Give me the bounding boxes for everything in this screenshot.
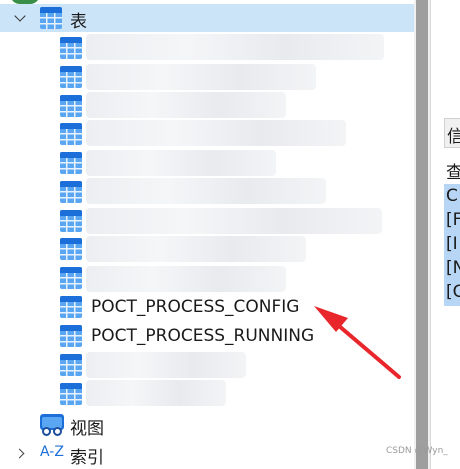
ddl-line: [I xyxy=(446,234,458,254)
redacted-table-name xyxy=(86,208,382,234)
redacted-table-name xyxy=(86,352,246,378)
tree-node-table[interactable]: POCT_PROCESS_RUNNING xyxy=(86,323,336,351)
table-icon xyxy=(60,383,82,405)
tree-node-index-label: 索引 xyxy=(70,448,104,468)
chevron-right-icon[interactable] xyxy=(14,448,25,459)
query-label: 查 xyxy=(446,163,460,183)
table-icon xyxy=(60,123,82,145)
tree-node-tables-label: 表 xyxy=(70,12,87,32)
tree-node-views-label: 视图 xyxy=(70,419,104,439)
table-icon xyxy=(60,354,82,376)
table-name: POCT_PROCESS_RUNNING xyxy=(91,326,315,346)
tree-node-tables[interactable]: 表 xyxy=(0,4,414,32)
object-tree: 表 POCT_PROCESS_CONFIG POCT_PROCESS_RUNNI… xyxy=(0,0,414,469)
tree-node-index[interactable]: A-Z 索引 xyxy=(0,440,414,468)
table-group-icon xyxy=(40,7,62,29)
ddl-line: [F xyxy=(446,210,460,230)
redacted-table-name xyxy=(86,178,326,204)
table-icon xyxy=(60,238,82,260)
redacted-table-name xyxy=(86,64,316,90)
table-icon xyxy=(60,296,82,318)
view-icon xyxy=(40,414,64,436)
ddl-selection: C [F [I [N [C xyxy=(444,184,460,306)
tree-scrollbar-thumb[interactable] xyxy=(416,0,428,469)
table-icon xyxy=(60,210,82,232)
ddl-line: [C xyxy=(446,282,460,302)
table-icon xyxy=(60,152,82,174)
ddl-line: [N xyxy=(446,258,460,278)
info-tab[interactable]: 信 xyxy=(444,118,460,148)
tree-node-table[interactable]: POCT_PROCESS_CONFIG xyxy=(86,294,326,322)
table-icon xyxy=(60,325,82,347)
watermark: CSDN @Wyn_ xyxy=(386,446,448,456)
table-name: POCT_PROCESS_CONFIG xyxy=(91,297,300,317)
redacted-table-name xyxy=(86,266,286,292)
ddl-line: C xyxy=(446,186,458,206)
redacted-table-name xyxy=(86,236,306,262)
tree-node-views[interactable]: 视图 xyxy=(0,411,414,439)
redacted-table-name xyxy=(86,150,276,176)
table-icon xyxy=(60,95,82,117)
redacted-table-name xyxy=(86,120,346,146)
chevron-down-icon[interactable] xyxy=(14,10,26,22)
table-icon xyxy=(60,267,82,289)
az-index-icon: A-Z xyxy=(40,444,64,460)
redacted-table-name xyxy=(86,92,286,118)
redacted-table-name xyxy=(86,380,226,406)
redacted-table-name xyxy=(86,34,384,60)
table-icon xyxy=(60,37,82,59)
table-icon xyxy=(60,66,82,88)
table-icon xyxy=(60,181,82,203)
